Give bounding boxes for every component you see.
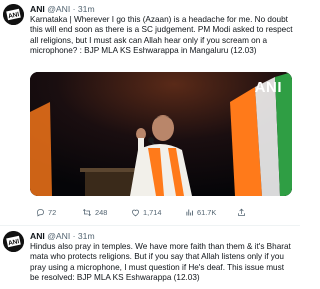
share-icon — [238, 208, 245, 216]
handle-time[interactable]: @ANI · 31m — [47, 4, 94, 14]
author-name[interactable]: ANI — [30, 4, 45, 14]
tweet-media-image[interactable]: ANI — [30, 72, 292, 196]
author-name[interactable]: ANI — [30, 231, 45, 241]
retweet-count: 248 — [95, 208, 108, 217]
reply-count: 72 — [48, 208, 57, 217]
ani-logo-icon[interactable]: ANI — [3, 231, 24, 252]
reply-icon — [37, 209, 44, 217]
retweet-icon — [82, 208, 92, 217]
bar-chart-icon — [186, 209, 193, 216]
heart-icon — [132, 209, 139, 217]
tweet-actions: 72 248 1,714 61.7K — [30, 208, 292, 220]
media-watermark: ANI — [254, 79, 282, 96]
handle-time[interactable]: @ANI · 31m — [47, 231, 94, 241]
tweet-header: ANI @ANI · 31m — [30, 4, 95, 14]
share-button[interactable] — [237, 208, 246, 217]
tweet-1[interactable]: ANI ANI @ANI · 31m Karnataka | Wherever … — [0, 0, 300, 225]
reply-button[interactable]: 72 — [36, 208, 56, 217]
tweet-2[interactable]: ANI ANI @ANI · 31m Hindus also pray in t… — [0, 226, 300, 289]
views-count: 61.7K — [197, 208, 217, 217]
tweet-header: ANI @ANI · 31m — [30, 231, 95, 241]
retweet-button[interactable]: 248 — [82, 208, 107, 217]
like-count: 1,714 — [143, 208, 162, 217]
tweet-text: Hindus also pray in temples. We have mor… — [30, 242, 291, 283]
tweet-text: Karnataka | Wherever I go this (Azaan) i… — [30, 15, 293, 56]
like-button[interactable]: 1,714 — [131, 208, 162, 217]
views-button[interactable]: 61.7K — [185, 208, 216, 217]
ani-logo-icon[interactable]: ANI — [3, 4, 24, 25]
